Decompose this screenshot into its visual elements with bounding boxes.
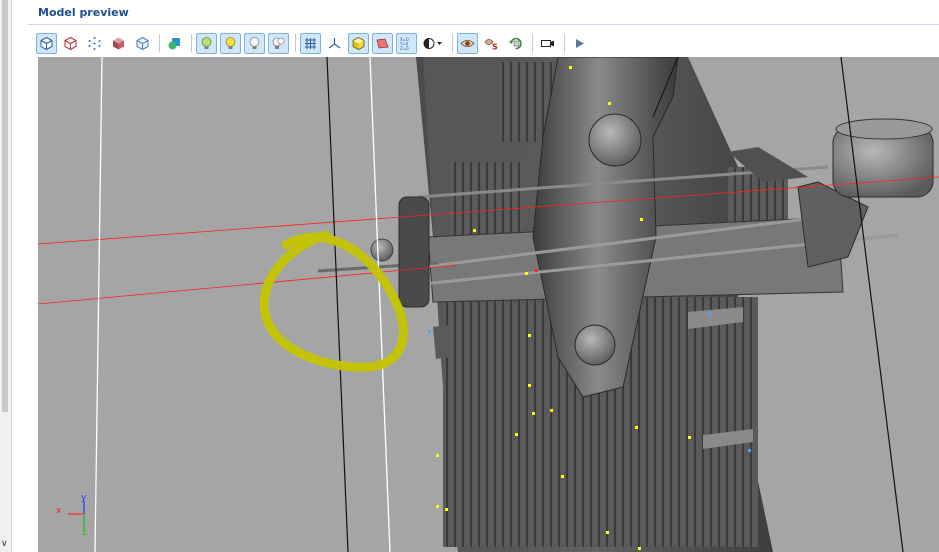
shading-dropdown-icon[interactable] xyxy=(420,33,446,54)
viewport-toolbar: X=0 Y=0 Z=0 S xyxy=(36,32,592,54)
cube-outline-icon[interactable] xyxy=(36,32,57,54)
z-axis-label: z xyxy=(82,528,87,538)
shapes-icon[interactable] xyxy=(164,33,185,54)
scrollbar-thumb[interactable] xyxy=(2,0,8,412)
model-render xyxy=(38,57,939,552)
cube-wire-red-icon[interactable] xyxy=(60,33,81,54)
svg-text:Z=0: Z=0 xyxy=(400,46,409,51)
points-icon[interactable] xyxy=(84,33,105,54)
play-icon[interactable] xyxy=(569,33,590,54)
y-axis-label: y xyxy=(81,493,87,503)
plane-red-icon[interactable] xyxy=(372,32,393,54)
toolbar-separator xyxy=(191,34,192,52)
axes-icon[interactable] xyxy=(324,33,345,54)
toolbar-separator xyxy=(159,34,160,52)
cube-solid-red-icon[interactable] xyxy=(108,33,129,54)
bulb-white-icon[interactable] xyxy=(244,32,265,54)
left-scrollbar[interactable]: ∨ xyxy=(0,0,12,552)
toolbar-separator xyxy=(532,34,533,52)
rotate-icon[interactable] xyxy=(505,33,526,54)
toolbar-separator xyxy=(452,34,453,52)
cube-yellow-icon[interactable] xyxy=(348,32,369,54)
toolbar-separator xyxy=(564,34,565,52)
axis-gizmo: y x z xyxy=(50,493,100,547)
bulb-green-icon[interactable] xyxy=(196,32,217,54)
cube-blue-icon[interactable] xyxy=(132,33,153,54)
camera-icon[interactable] xyxy=(537,33,558,54)
panel-title: Model preview xyxy=(38,6,129,19)
model-viewport[interactable]: y x z xyxy=(38,57,939,552)
eye-icon[interactable] xyxy=(457,32,478,54)
title-divider xyxy=(28,24,939,25)
matrix-icon[interactable]: X=0 Y=0 Z=0 xyxy=(396,32,417,54)
svg-text:S: S xyxy=(492,42,498,51)
bulb-double-icon[interactable] xyxy=(268,32,289,54)
grid-icon[interactable] xyxy=(300,32,321,54)
skin-icon[interactable]: S xyxy=(481,33,502,54)
toolbar-separator xyxy=(295,34,296,52)
bulb-yellow-icon[interactable] xyxy=(220,32,241,54)
x-axis-label: x xyxy=(56,506,62,516)
scroll-down-arrow-icon[interactable]: ∨ xyxy=(1,540,8,549)
